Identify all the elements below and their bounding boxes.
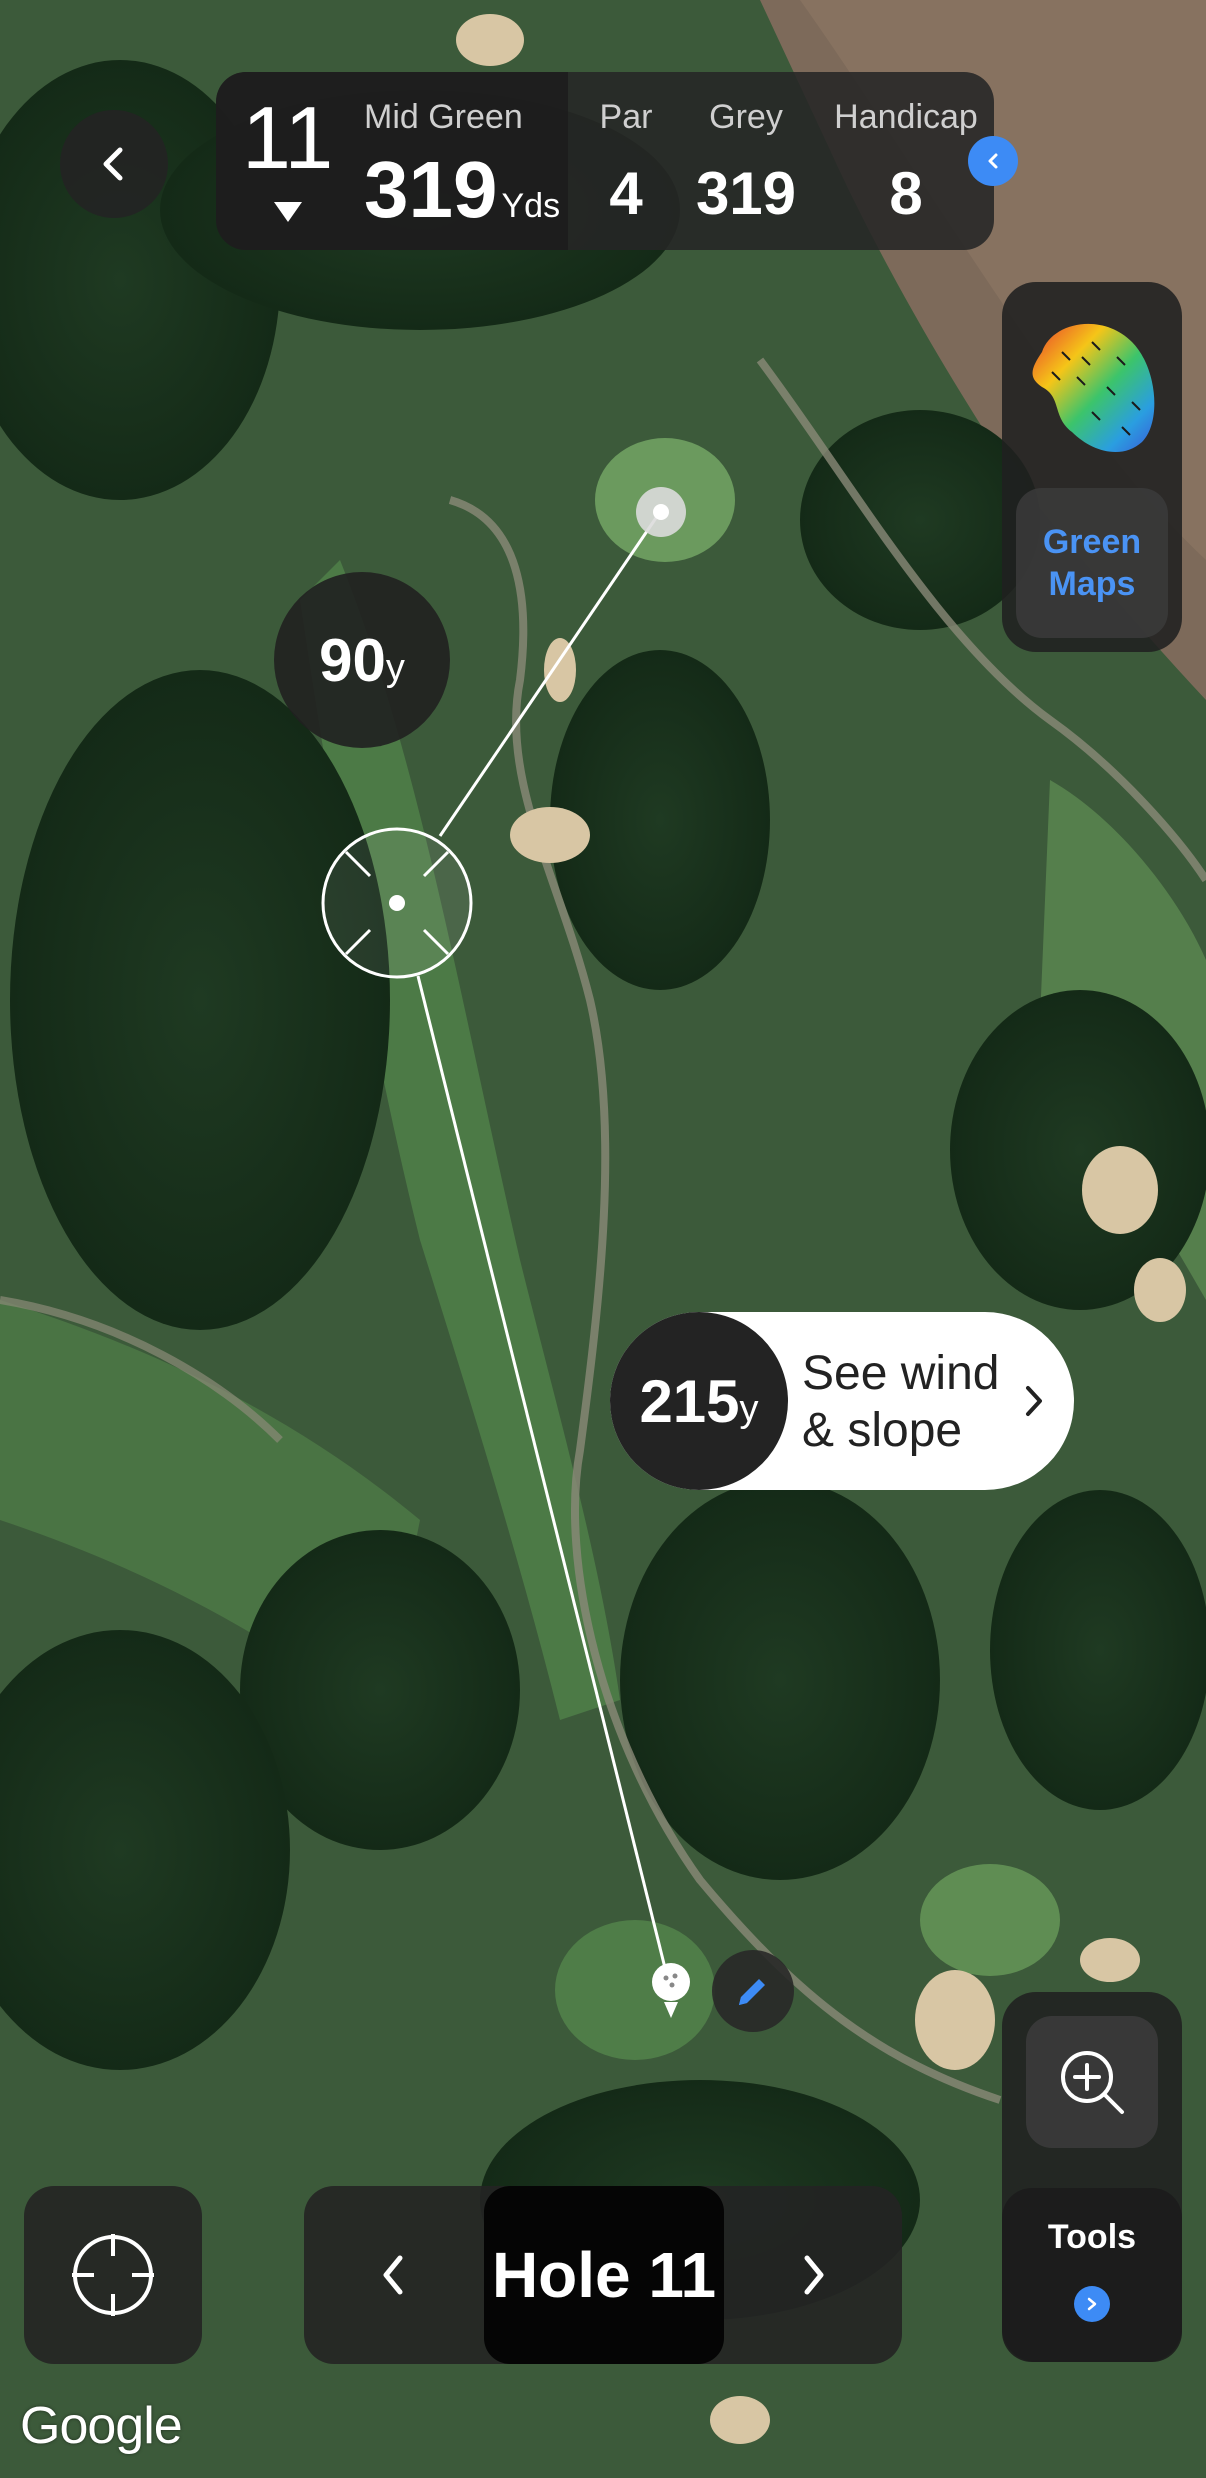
zoom-in-button[interactable]	[1026, 2016, 1158, 2148]
par-stat: Par 4	[586, 98, 666, 228]
green-heatmap-icon	[1032, 323, 1155, 453]
back-button[interactable]	[60, 110, 168, 218]
expand-chevron-icon	[988, 153, 998, 169]
next-hole-button[interactable]	[724, 2186, 902, 2364]
tools-button[interactable]: Tools	[1002, 2188, 1182, 2362]
caret-down-icon	[274, 202, 302, 222]
hole-info-header: 11 Mid Green 319 Yds Par 4 Grey 319 Handi…	[216, 72, 1018, 250]
wind-slope-button[interactable]: 215 y See wind & slope	[610, 1312, 1074, 1490]
tools-panel: Tools	[1002, 1992, 1182, 2362]
mid-green-unit: Yds	[501, 187, 561, 225]
tee-stat: Grey 319	[686, 98, 806, 228]
locate-button[interactable]	[24, 2186, 202, 2364]
google-logo: Google	[20, 2397, 183, 2455]
edit-pencil-icon	[739, 1979, 765, 2005]
hole-selector[interactable]: 11 Mid Green 319 Yds	[216, 72, 568, 250]
back-chevron-icon	[103, 147, 123, 181]
wind-slope-label: See wind & slope	[802, 1346, 999, 1459]
mid-green-value: 319	[364, 145, 498, 234]
locate-crosshair-icon	[72, 2234, 154, 2316]
handicap-value: 8	[889, 160, 923, 227]
hole-navigation: Hole 11	[304, 2186, 902, 2364]
golf-ball-icon[interactable]	[650, 1962, 692, 2022]
distance-to-target-value: 215	[639, 1367, 740, 1435]
tools-label: Tools	[1047, 2218, 1137, 2256]
wind-slope-chevron-icon	[1026, 1386, 1042, 1416]
tee-value: 319	[695, 160, 797, 227]
green-pin-marker[interactable]	[636, 487, 686, 537]
green-maps-label-1: Green	[1042, 522, 1142, 561]
handicap-label: Handicap	[834, 98, 978, 136]
green-maps-panel[interactable]: Green Maps	[1002, 282, 1182, 652]
zoom-in-icon	[1061, 2051, 1124, 2114]
par-label: Par	[599, 98, 653, 136]
hole-number: 11	[242, 88, 334, 187]
par-value: 4	[609, 160, 643, 227]
tee-label: Grey	[709, 98, 783, 136]
wind-slope-line1: See wind	[802, 1347, 1000, 1400]
mid-green-label: Mid Green	[364, 98, 523, 136]
current-hole-label[interactable]: Hole 11	[484, 2186, 724, 2364]
tools-expand-icon	[1074, 2286, 1110, 2322]
edit-shot-button[interactable]	[712, 1950, 794, 2032]
wind-slope-line2: & slope	[802, 1403, 963, 1457]
expand-header-button[interactable]	[968, 136, 1018, 186]
next-chevron-icon	[804, 2255, 824, 2295]
prev-chevron-icon	[383, 2255, 403, 2295]
mid-green-distance: 319 Yds	[364, 150, 560, 230]
handicap-stat: Handicap 8	[821, 98, 991, 228]
green-maps-label-2: Maps	[1048, 565, 1136, 603]
green-maps-button[interactable]: Green Maps	[1016, 488, 1168, 638]
distance-to-target-unit: y	[739, 1387, 759, 1430]
distance-to-green-unit: y	[385, 646, 405, 689]
distance-to-green-value: 90	[319, 626, 386, 694]
target-reticle-icon[interactable]	[320, 826, 474, 980]
distance-to-target-bubble: 215 y	[610, 1312, 788, 1490]
distance-to-green-bubble[interactable]: 90 y	[274, 572, 450, 748]
previous-hole-button[interactable]	[304, 2186, 484, 2364]
